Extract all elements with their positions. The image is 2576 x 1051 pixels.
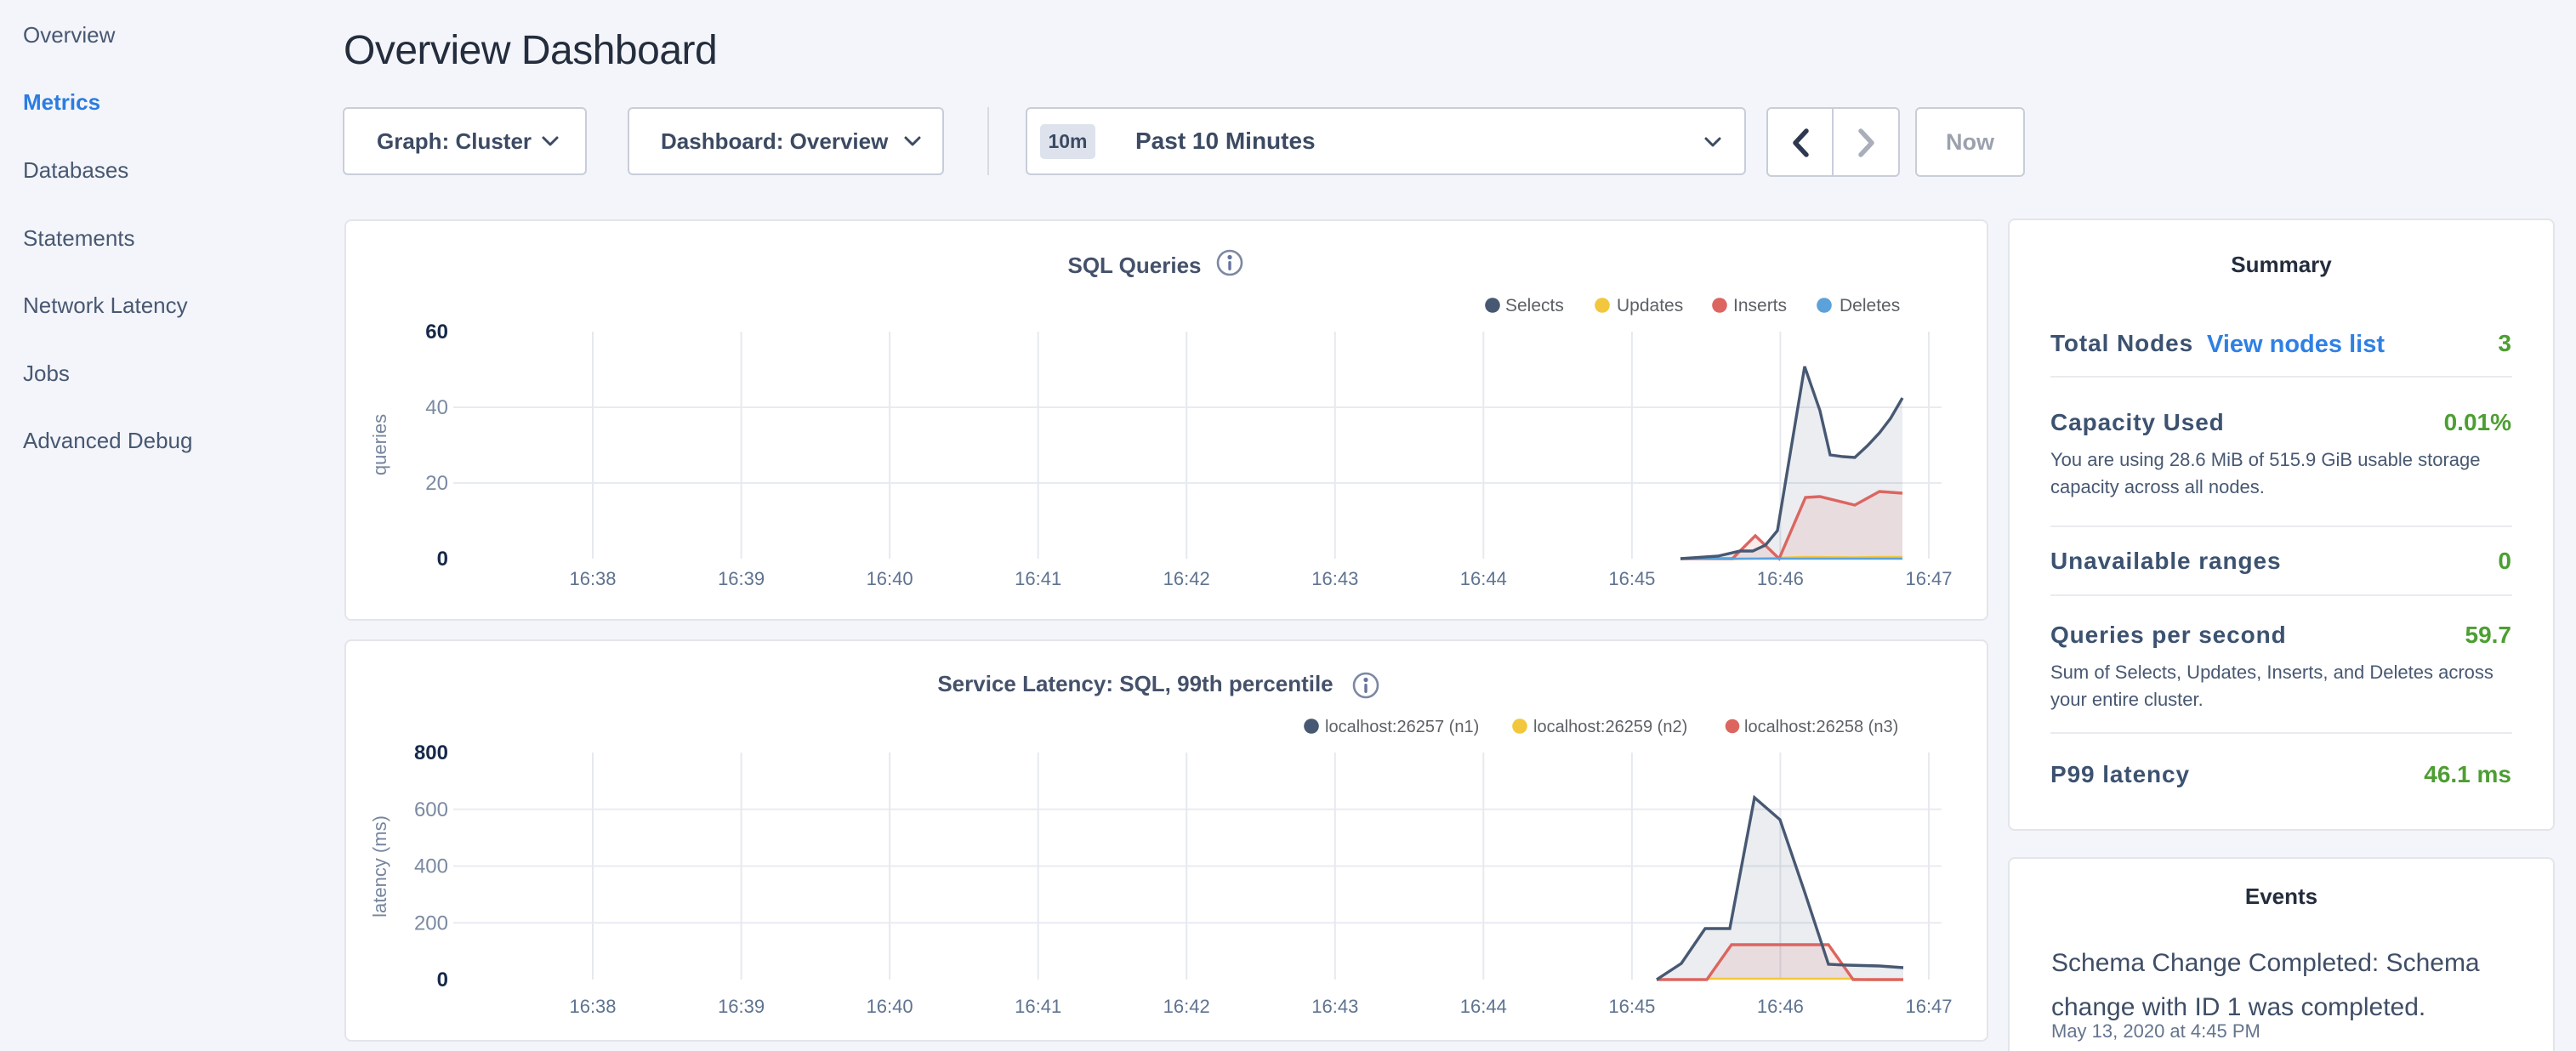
svg-text:16:38: 16:38 bbox=[569, 996, 616, 1017]
svg-text:16:47: 16:47 bbox=[1905, 996, 1952, 1017]
svg-text:600: 600 bbox=[414, 798, 448, 821]
svg-text:localhost:26259 (n2): localhost:26259 (n2) bbox=[1533, 718, 1687, 736]
svg-text:20: 20 bbox=[425, 472, 448, 495]
svg-text:16:40: 16:40 bbox=[867, 996, 913, 1017]
svg-text:16:43: 16:43 bbox=[1311, 568, 1358, 589]
svg-text:localhost:26258 (n3): localhost:26258 (n3) bbox=[1744, 718, 1898, 736]
svg-text:localhost:26257 (n1): localhost:26257 (n1) bbox=[1325, 718, 1479, 736]
svg-text:16:46: 16:46 bbox=[1757, 568, 1804, 589]
svg-text:Service Latency: SQL, 99th per: Service Latency: SQL, 99th percentile bbox=[937, 671, 1333, 696]
svg-text:SQL Queries: SQL Queries bbox=[1067, 253, 1201, 278]
svg-text:0: 0 bbox=[437, 548, 448, 571]
svg-text:16:45: 16:45 bbox=[1608, 996, 1655, 1017]
svg-text:Selects: Selects bbox=[1505, 296, 1564, 315]
svg-text:40: 40 bbox=[425, 396, 448, 419]
svg-text:Deletes: Deletes bbox=[1840, 296, 1900, 315]
svg-text:16:39: 16:39 bbox=[718, 996, 765, 1017]
svg-text:16:47: 16:47 bbox=[1905, 568, 1952, 589]
svg-text:latency (ms): latency (ms) bbox=[369, 815, 390, 917]
svg-text:16:42: 16:42 bbox=[1163, 568, 1210, 589]
svg-text:16:42: 16:42 bbox=[1163, 996, 1210, 1017]
svg-text:Updates: Updates bbox=[1617, 296, 1683, 315]
svg-text:16:43: 16:43 bbox=[1311, 996, 1358, 1017]
svg-text:16:38: 16:38 bbox=[569, 568, 616, 589]
svg-text:0: 0 bbox=[437, 969, 448, 991]
svg-text:200: 200 bbox=[414, 912, 448, 935]
svg-text:800: 800 bbox=[414, 741, 448, 764]
svg-text:queries: queries bbox=[369, 414, 390, 475]
svg-text:16:41: 16:41 bbox=[1015, 568, 1061, 589]
svg-text:16:44: 16:44 bbox=[1460, 996, 1507, 1017]
svg-text:16:39: 16:39 bbox=[718, 568, 765, 589]
svg-text:16:46: 16:46 bbox=[1757, 996, 1804, 1017]
svg-text:16:44: 16:44 bbox=[1460, 568, 1507, 589]
svg-text:400: 400 bbox=[414, 855, 448, 878]
svg-text:60: 60 bbox=[425, 321, 448, 344]
svg-text:16:41: 16:41 bbox=[1015, 996, 1061, 1017]
svg-text:Inserts: Inserts bbox=[1733, 296, 1787, 315]
svg-text:16:40: 16:40 bbox=[867, 568, 913, 589]
svg-text:16:45: 16:45 bbox=[1608, 568, 1655, 589]
